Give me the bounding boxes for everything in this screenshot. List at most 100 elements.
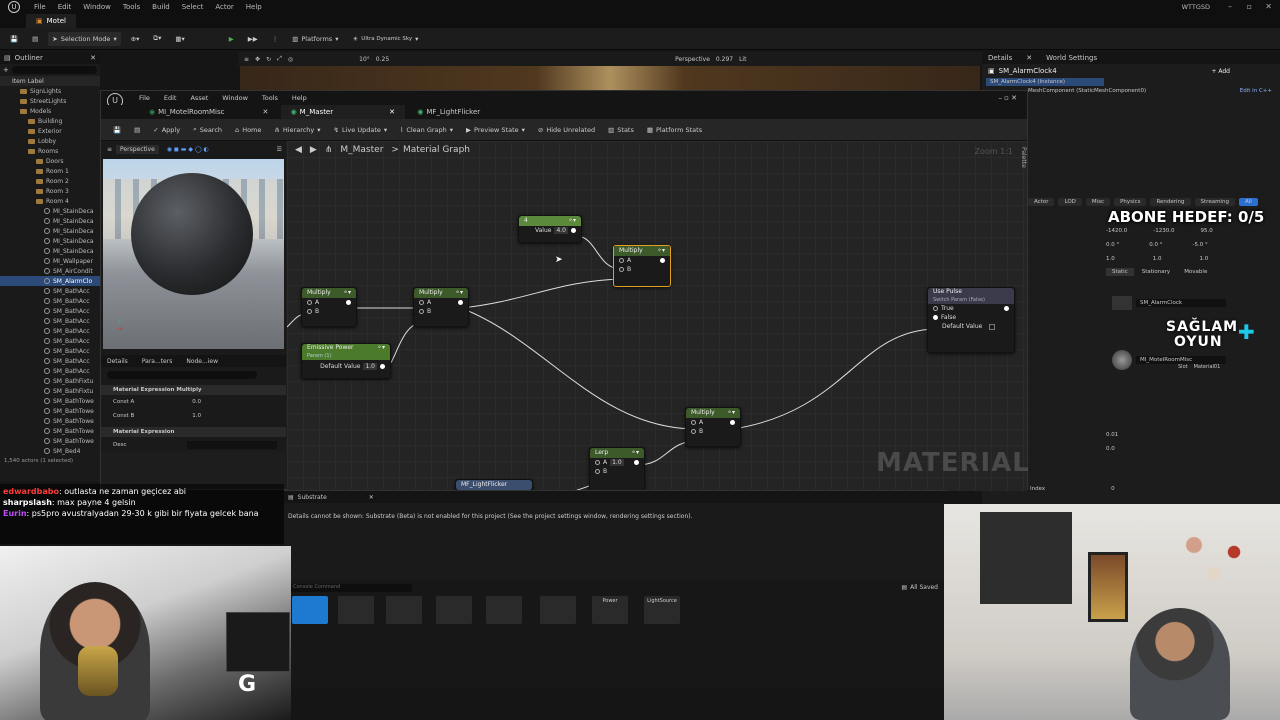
details-section-expression[interactable]: Material Expression — [101, 427, 286, 437]
value-field[interactable]: 1.0 — [610, 459, 624, 466]
outliner-item[interactable]: SM_BathFixtu — [0, 386, 100, 396]
scale-icon[interactable]: ⤢ — [277, 55, 282, 63]
rotation-y[interactable]: 0.0 ° — [1149, 242, 1162, 248]
default-checkbox[interactable] — [989, 323, 996, 330]
outliner-search-input[interactable] — [11, 66, 97, 74]
node-multiply-selected[interactable]: Multiply ⚬▾ A B — [613, 245, 671, 287]
asset-tile[interactable] — [386, 596, 422, 624]
hierarchy-button[interactable]: ⋔ Hierarchy ▾ — [270, 123, 324, 137]
filter-misc[interactable]: Misc — [1085, 198, 1111, 206]
input-pin-a[interactable] — [307, 300, 312, 305]
menu-build[interactable]: Build — [152, 3, 170, 11]
rotate-icon[interactable]: ↻ — [266, 56, 271, 63]
outliner-item[interactable]: Room 2 — [0, 176, 100, 186]
node-multiply-2[interactable]: Multiply ⚬▾ A B — [413, 287, 469, 327]
outliner-item[interactable]: SM_BathTowe — [0, 416, 100, 426]
outliner-item[interactable]: MI_Wallpaper — [0, 256, 100, 266]
add-component-button[interactable]: + Add — [1211, 68, 1230, 75]
instance-label[interactable]: SM_AlarmClock4 (Instance) — [990, 79, 1065, 85]
filter-rendering[interactable]: Rendering — [1150, 198, 1191, 206]
input-pin-a[interactable] — [595, 460, 600, 465]
outliner-item[interactable]: MI_StainDeca — [0, 226, 100, 236]
node-collapse-icon[interactable]: ⚬▾ — [727, 409, 735, 417]
tab-world-settings[interactable]: World Settings — [1046, 54, 1097, 62]
blueprint-button[interactable]: ⧉▾ — [149, 32, 165, 46]
node-multiply-3[interactable]: Multiply ⚬▾ A B — [685, 407, 741, 447]
outliner-item[interactable]: Room 3 — [0, 186, 100, 196]
menu-file[interactable]: File — [34, 3, 46, 11]
play-options-icon[interactable]: ⋮ — [268, 32, 283, 46]
chat-username[interactable]: edwardbabo — [3, 487, 59, 496]
output-pin[interactable] — [1004, 306, 1009, 311]
outliner-item[interactable]: MI_StainDeca — [0, 216, 100, 226]
play-icon[interactable]: ▶ — [225, 32, 238, 46]
outliner-item[interactable]: SM_Bed4 — [0, 446, 100, 456]
preview-viewport[interactable]: ↑ → — [103, 159, 284, 349]
static-mesh-value[interactable]: SM_AlarmClock — [1136, 299, 1226, 307]
outliner-item[interactable]: SM_BathAcc — [0, 326, 100, 336]
preview-perspective-button[interactable]: Perspective — [116, 144, 159, 154]
value-field[interactable]: 1.0 — [363, 363, 377, 370]
outliner-item[interactable]: Rooms — [0, 146, 100, 156]
node-collapse-icon[interactable]: ⚬▾ — [631, 449, 639, 457]
outliner-item[interactable]: SM_AlarmClo — [0, 276, 100, 286]
asset-tile[interactable]: Power — [592, 596, 628, 624]
filter-physics[interactable]: Physics — [1114, 198, 1147, 206]
tab-m-master[interactable]: ◉ M_Master ✕ — [280, 105, 405, 119]
chat-username[interactable]: Eurin — [3, 509, 27, 518]
value-field-2[interactable]: 0.0 — [1106, 446, 1115, 452]
edit-cpp-link[interactable]: Edit in C++ — [1240, 88, 1272, 94]
perspective-button[interactable]: Perspective — [675, 56, 710, 63]
substrate-tab-label[interactable]: Substrate — [298, 494, 327, 501]
tab-motel[interactable]: ▣ Motel — [26, 14, 76, 28]
menu-help[interactable]: Help — [246, 3, 262, 11]
hide-unrelated-button[interactable]: ⊘ Hide Unrelated — [534, 123, 599, 137]
scale-z[interactable]: 1.0 — [1200, 256, 1209, 262]
tab-mat-details[interactable]: Details — [107, 358, 128, 365]
location-y[interactable]: -1230.0 — [1153, 228, 1174, 234]
outliner-item[interactable]: MI_StainDeca — [0, 246, 100, 256]
outliner-item[interactable]: SM_BathAcc — [0, 286, 100, 296]
node-collapse-icon[interactable]: ⚬▾ — [657, 247, 665, 255]
outliner-item[interactable]: SM_BathTowe — [0, 406, 100, 416]
outliner-item[interactable]: Building — [0, 116, 100, 126]
outliner-item[interactable]: SM_BathAcc — [0, 356, 100, 366]
outliner-item[interactable]: SM_BathAcc — [0, 366, 100, 376]
menu-window[interactable]: Window — [83, 3, 111, 11]
viewport-menu-icon[interactable]: ≡ — [107, 146, 112, 153]
outliner-item[interactable]: StreetLights — [0, 96, 100, 106]
browse-icon[interactable]: ▤ — [130, 123, 144, 137]
add-icon[interactable]: + — [3, 66, 9, 74]
level-viewport[interactable] — [240, 66, 980, 92]
console-input[interactable]: Console Command — [290, 584, 412, 592]
outliner-item[interactable]: SM_BathFixtu — [0, 376, 100, 386]
outliner-item[interactable]: Models — [0, 106, 100, 116]
close-icon[interactable]: ✕ — [369, 494, 374, 501]
outliner-item[interactable]: SM_AirCondit — [0, 266, 100, 276]
value-field[interactable]: 4.0 — [554, 227, 568, 234]
unreal-logo-icon[interactable]: U — [8, 1, 20, 13]
const-b-value[interactable]: 1.0 — [192, 413, 201, 419]
outliner-item[interactable]: MI_StainDeca — [0, 236, 100, 246]
details-search-input[interactable] — [107, 371, 257, 379]
asset-tile[interactable]: LightSource — [644, 596, 680, 624]
viewport-menu-icon[interactable]: ≡ — [244, 56, 249, 63]
minimize-icon[interactable]: – — [1228, 2, 1232, 11]
tab-node-preview[interactable]: Node...iew — [186, 358, 218, 365]
tab-close-icon[interactable]: ✕ — [1026, 54, 1032, 62]
tab-mi-motelroommisc[interactable]: ◉ MI_MotelRoomMisc ✕ — [139, 105, 278, 119]
node-use-pulse[interactable]: Use Pulse Switch Param (False) True False… — [927, 287, 1015, 353]
tab-close-icon[interactable]: ✕ — [389, 108, 395, 116]
node-lerp[interactable]: Lerp ⚬▾ A 1.0 B — [589, 447, 645, 491]
selection-mode-button[interactable]: ➤ Selection Mode ▾ — [48, 31, 121, 46]
outliner-item[interactable]: SM_BathAcc — [0, 346, 100, 356]
content-icon[interactable]: ▤ — [28, 32, 42, 46]
value-field-1[interactable]: 0.01 — [1106, 432, 1118, 438]
mat-menu-tools[interactable]: Tools — [262, 94, 278, 102]
rotation-z[interactable]: -5.0 ° — [1193, 242, 1208, 248]
location-z[interactable]: 95.0 — [1200, 228, 1212, 234]
outliner-item[interactable]: SM_BathAcc — [0, 296, 100, 306]
outliner-item[interactable]: SM_BathAcc — [0, 316, 100, 326]
input-pin-b[interactable] — [419, 309, 424, 314]
preview-options-icon[interactable]: ☰ — [277, 146, 282, 153]
